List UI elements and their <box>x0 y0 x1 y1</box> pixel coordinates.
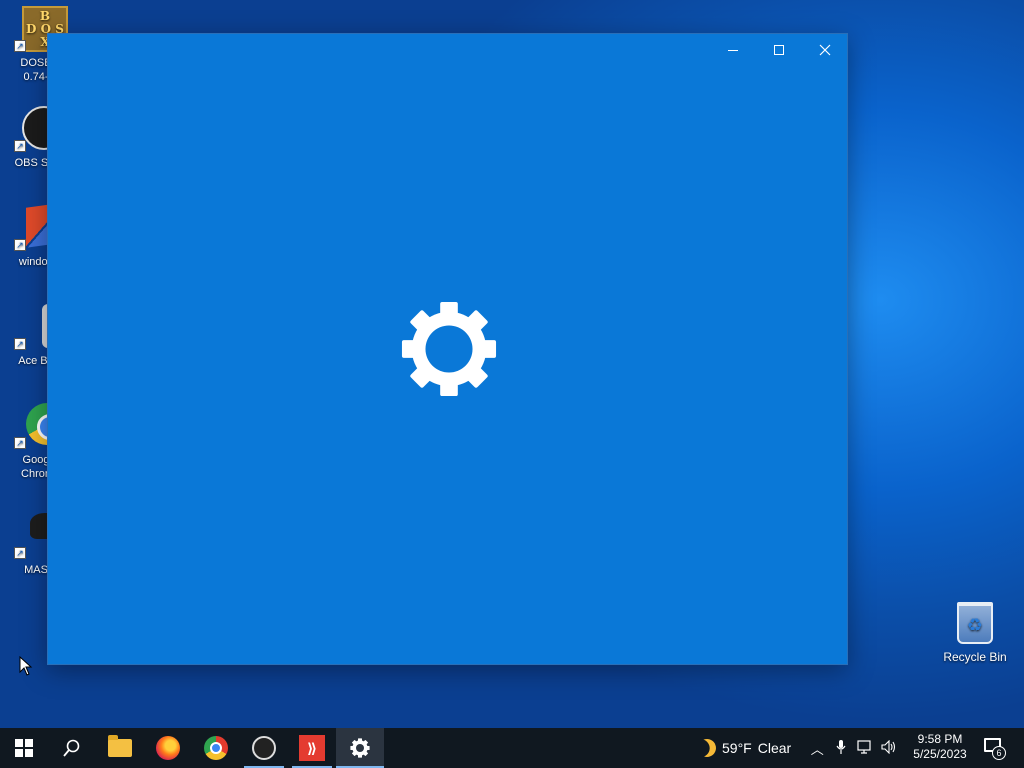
minimize-button[interactable] <box>710 34 756 66</box>
shortcut-arrow-icon: ↗ <box>14 140 26 152</box>
recycle-bin-label: Recycle Bin <box>943 650 1007 664</box>
desktop-icon-recycle-bin[interactable]: ♻ Recycle Bin <box>940 602 1010 664</box>
weather-widget[interactable]: 59°F Clear <box>698 739 791 757</box>
maximize-button[interactable] <box>756 34 802 66</box>
moon-icon <box>695 736 718 759</box>
anydesk-icon: ⟫ <box>299 735 325 761</box>
taskbar: ⟫ 59°F Clear ︿ 9:58 PM 5/25/2023 6 <box>0 728 1024 768</box>
gear-icon <box>401 301 497 397</box>
search-button[interactable] <box>48 728 96 768</box>
start-button[interactable] <box>0 728 48 768</box>
system-tray: 59°F Clear ︿ <box>698 728 901 768</box>
shortcut-arrow-icon: ↗ <box>14 547 26 559</box>
obs-icon <box>252 736 276 760</box>
microphone-icon[interactable] <box>829 739 853 757</box>
taskbar-anydesk[interactable]: ⟫ <box>288 728 336 768</box>
close-button[interactable] <box>802 34 848 66</box>
taskbar-settings[interactable] <box>336 728 384 768</box>
chrome-icon <box>204 736 228 760</box>
notification-count: 6 <box>992 746 1006 760</box>
shortcut-arrow-icon: ↗ <box>14 40 26 52</box>
shortcut-arrow-icon: ↗ <box>14 239 26 251</box>
taskbar-obs[interactable] <box>240 728 288 768</box>
taskbar-chrome[interactable] <box>192 728 240 768</box>
recycle-bin-icon: ♻ <box>957 602 993 644</box>
clock-time: 9:58 PM <box>917 732 963 746</box>
minimize-icon <box>728 49 738 51</box>
network-icon[interactable] <box>853 739 877 757</box>
taskbar-firefox[interactable] <box>144 728 192 768</box>
volume-icon[interactable] <box>877 739 901 757</box>
weather-temperature: 59°F <box>722 740 752 756</box>
taskbar-file-explorer[interactable] <box>96 728 144 768</box>
clock-date: 5/25/2023 <box>913 747 967 761</box>
taskbar-clock[interactable]: 9:58 PM 5/25/2023 <box>906 728 974 768</box>
show-hidden-icons-chevron-icon[interactable]: ︿ <box>805 739 829 758</box>
shortcut-arrow-icon: ↗ <box>14 338 26 350</box>
desktop: B D O S X ↗ DOSB 0.74- ↗ OBS Stu ↗ windo… <box>0 0 1024 728</box>
search-icon <box>63 739 80 757</box>
firefox-icon <box>156 736 180 760</box>
settings-window[interactable] <box>47 33 848 665</box>
shortcut-arrow-icon: ↗ <box>14 437 26 449</box>
action-center-button[interactable]: 6 <box>982 736 1006 760</box>
settings-icon <box>350 738 370 758</box>
windows-start-icon <box>15 739 33 757</box>
maximize-icon <box>774 45 784 55</box>
dosbox-letter-d: D <box>26 22 37 36</box>
window-titlebar[interactable] <box>48 34 847 66</box>
file-explorer-icon <box>108 735 132 757</box>
weather-condition: Clear <box>757 740 792 756</box>
close-icon <box>819 44 831 56</box>
